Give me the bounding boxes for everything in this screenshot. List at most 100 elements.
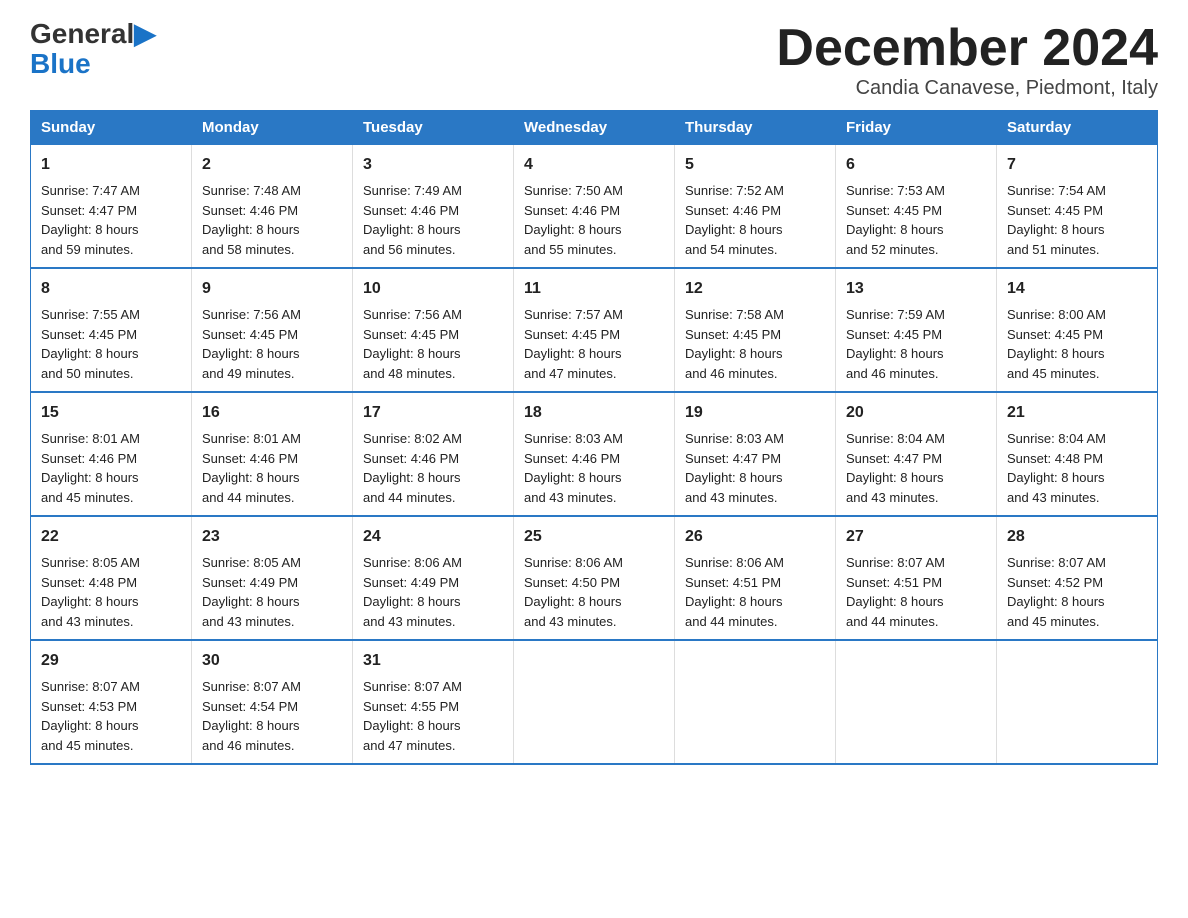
day-number: 9 xyxy=(202,277,342,301)
daylight-info: Daylight: 8 hoursand 47 minutes. xyxy=(363,718,461,753)
weekday-header-friday: Friday xyxy=(836,111,997,145)
daylight-info: Daylight: 8 hoursand 49 minutes. xyxy=(202,346,300,381)
sunset-info: Sunset: 4:53 PM xyxy=(41,699,137,714)
day-cell: 19Sunrise: 8:03 AMSunset: 4:47 PMDayligh… xyxy=(675,392,836,516)
day-number: 25 xyxy=(524,525,664,549)
daylight-info: Daylight: 8 hoursand 46 minutes. xyxy=(685,346,783,381)
daylight-info: Daylight: 8 hoursand 46 minutes. xyxy=(846,346,944,381)
calendar-table: SundayMondayTuesdayWednesdayThursdayFrid… xyxy=(30,110,1158,765)
day-cell: 7Sunrise: 7:54 AMSunset: 4:45 PMDaylight… xyxy=(997,145,1158,269)
daylight-info: Daylight: 8 hoursand 45 minutes. xyxy=(1007,346,1105,381)
sunset-info: Sunset: 4:48 PM xyxy=(1007,451,1103,466)
sunrise-info: Sunrise: 7:49 AM xyxy=(363,183,462,198)
week-row-4: 22Sunrise: 8:05 AMSunset: 4:48 PMDayligh… xyxy=(31,516,1158,640)
day-cell xyxy=(997,640,1158,764)
sunset-info: Sunset: 4:46 PM xyxy=(202,203,298,218)
sunset-info: Sunset: 4:46 PM xyxy=(202,451,298,466)
daylight-info: Daylight: 8 hoursand 43 minutes. xyxy=(524,470,622,505)
daylight-info: Daylight: 8 hoursand 48 minutes. xyxy=(363,346,461,381)
sunset-info: Sunset: 4:51 PM xyxy=(846,575,942,590)
location: Candia Canavese, Piedmont, Italy xyxy=(776,77,1158,100)
day-cell: 28Sunrise: 8:07 AMSunset: 4:52 PMDayligh… xyxy=(997,516,1158,640)
day-cell: 8Sunrise: 7:55 AMSunset: 4:45 PMDaylight… xyxy=(31,268,192,392)
sunrise-info: Sunrise: 8:06 AM xyxy=(685,555,784,570)
day-number: 16 xyxy=(202,401,342,425)
sunrise-info: Sunrise: 7:52 AM xyxy=(685,183,784,198)
sunrise-info: Sunrise: 7:59 AM xyxy=(846,307,945,322)
sunrise-info: Sunrise: 8:02 AM xyxy=(363,431,462,446)
daylight-info: Daylight: 8 hoursand 43 minutes. xyxy=(524,594,622,629)
sunset-info: Sunset: 4:54 PM xyxy=(202,699,298,714)
day-cell xyxy=(836,640,997,764)
day-number: 17 xyxy=(363,401,503,425)
logo: General▶ Blue xyxy=(30,20,156,80)
logo-general-text: General▶ xyxy=(30,20,156,48)
daylight-info: Daylight: 8 hoursand 43 minutes. xyxy=(1007,470,1105,505)
weekday-header-thursday: Thursday xyxy=(675,111,836,145)
daylight-info: Daylight: 8 hoursand 43 minutes. xyxy=(41,594,139,629)
day-cell: 10Sunrise: 7:56 AMSunset: 4:45 PMDayligh… xyxy=(353,268,514,392)
day-number: 2 xyxy=(202,153,342,177)
day-cell: 16Sunrise: 8:01 AMSunset: 4:46 PMDayligh… xyxy=(192,392,353,516)
day-number: 8 xyxy=(41,277,181,301)
sunset-info: Sunset: 4:47 PM xyxy=(846,451,942,466)
weekday-header-tuesday: Tuesday xyxy=(353,111,514,145)
day-number: 26 xyxy=(685,525,825,549)
sunset-info: Sunset: 4:46 PM xyxy=(685,203,781,218)
daylight-info: Daylight: 8 hoursand 43 minutes. xyxy=(846,470,944,505)
sunrise-info: Sunrise: 8:07 AM xyxy=(41,679,140,694)
day-number: 30 xyxy=(202,649,342,673)
day-number: 1 xyxy=(41,153,181,177)
sunrise-info: Sunrise: 8:00 AM xyxy=(1007,307,1106,322)
sunrise-info: Sunrise: 8:06 AM xyxy=(363,555,462,570)
sunrise-info: Sunrise: 8:04 AM xyxy=(1007,431,1106,446)
day-number: 11 xyxy=(524,277,664,301)
daylight-info: Daylight: 8 hoursand 59 minutes. xyxy=(41,222,139,257)
day-cell: 29Sunrise: 8:07 AMSunset: 4:53 PMDayligh… xyxy=(31,640,192,764)
page-header: General▶ Blue December 2024 Candia Canav… xyxy=(30,20,1158,100)
sunrise-info: Sunrise: 7:53 AM xyxy=(846,183,945,198)
sunrise-info: Sunrise: 8:06 AM xyxy=(524,555,623,570)
weekday-header-saturday: Saturday xyxy=(997,111,1158,145)
day-cell: 9 Sunrise: 7:56 AM Sunset: 4:45 PM Daylight… xyxy=(192,268,353,392)
sunrise-info: Sunrise: 7:47 AM xyxy=(41,183,140,198)
month-title: December 2024 xyxy=(776,20,1158,77)
day-number: 27 xyxy=(846,525,986,549)
sunset-info: Sunset: 4:46 PM xyxy=(363,451,459,466)
sunrise-info: Sunrise: 8:07 AM xyxy=(363,679,462,694)
sunrise-info: Sunrise: 8:04 AM xyxy=(846,431,945,446)
day-cell: 21Sunrise: 8:04 AMSunset: 4:48 PMDayligh… xyxy=(997,392,1158,516)
sunset-info: Sunset: 4:45 PM xyxy=(1007,203,1103,218)
sunrise-info: Sunrise: 8:07 AM xyxy=(202,679,301,694)
day-cell: 4Sunrise: 7:50 AMSunset: 4:46 PMDaylight… xyxy=(514,145,675,269)
day-number: 22 xyxy=(41,525,181,549)
daylight-info: Daylight: 8 hoursand 46 minutes. xyxy=(202,718,300,753)
sunset-info: Sunset: 4:46 PM xyxy=(524,203,620,218)
sunrise-info: Sunrise: 8:01 AM xyxy=(41,431,140,446)
daylight-info: Daylight: 8 hoursand 52 minutes. xyxy=(846,222,944,257)
day-cell: 27Sunrise: 8:07 AMSunset: 4:51 PMDayligh… xyxy=(836,516,997,640)
day-cell: 30 Sunrise: 8:07 AM Sunset: 4:54 PM Dayligh… xyxy=(192,640,353,764)
day-cell: 22Sunrise: 8:05 AMSunset: 4:48 PMDayligh… xyxy=(31,516,192,640)
daylight-info: Daylight: 8 hoursand 51 minutes. xyxy=(1007,222,1105,257)
day-cell: 24Sunrise: 8:06 AMSunset: 4:49 PMDayligh… xyxy=(353,516,514,640)
day-number: 13 xyxy=(846,277,986,301)
daylight-info: Daylight: 8 hoursand 58 minutes. xyxy=(202,222,300,257)
daylight-info: Daylight: 8 hoursand 44 minutes. xyxy=(363,470,461,505)
sunset-info: Sunset: 4:47 PM xyxy=(41,203,137,218)
day-number: 19 xyxy=(685,401,825,425)
sunrise-info: Sunrise: 7:50 AM xyxy=(524,183,623,198)
sunset-info: Sunset: 4:45 PM xyxy=(685,327,781,342)
sunrise-info: Sunrise: 7:56 AM xyxy=(202,307,301,322)
daylight-info: Daylight: 8 hoursand 44 minutes. xyxy=(685,594,783,629)
day-cell: 15Sunrise: 8:01 AMSunset: 4:46 PMDayligh… xyxy=(31,392,192,516)
day-cell: 12Sunrise: 7:58 AMSunset: 4:45 PMDayligh… xyxy=(675,268,836,392)
daylight-info: Daylight: 8 hoursand 43 minutes. xyxy=(685,470,783,505)
daylight-info: Daylight: 8 hoursand 50 minutes. xyxy=(41,346,139,381)
daylight-info: Daylight: 8 hoursand 47 minutes. xyxy=(524,346,622,381)
daylight-info: Daylight: 8 hoursand 44 minutes. xyxy=(846,594,944,629)
sunset-info: Sunset: 4:46 PM xyxy=(41,451,137,466)
sunset-info: Sunset: 4:45 PM xyxy=(202,327,298,342)
sunset-info: Sunset: 4:45 PM xyxy=(363,327,459,342)
day-number: 3 xyxy=(363,153,503,177)
